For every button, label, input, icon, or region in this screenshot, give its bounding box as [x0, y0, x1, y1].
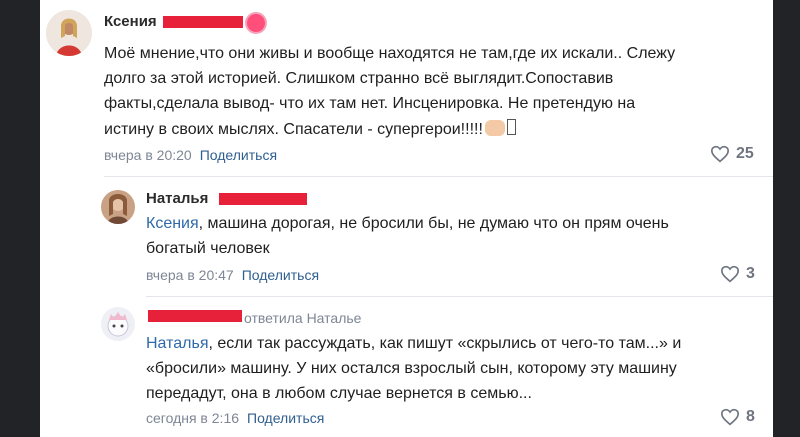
avatar[interactable] — [46, 10, 92, 56]
comment-text-line: Наталья, если так рассуждать, как пишут … — [146, 331, 681, 356]
comment-time[interactable]: вчера в 20:47 — [146, 267, 234, 283]
like-count: 8 — [746, 408, 755, 425]
comment-author[interactable]: Наталья — [146, 190, 208, 207]
heart-icon — [720, 265, 740, 283]
reply-to-label[interactable]: ответила Наталье — [244, 310, 361, 326]
comment-author[interactable]: Ксения — [104, 13, 157, 30]
comment-meta: вчера в 20:47 Поделиться — [146, 267, 319, 283]
avatar[interactable] — [101, 307, 135, 341]
comment-time[interactable]: сегодня в 2:16 — [146, 410, 239, 426]
like-count: 3 — [746, 265, 755, 282]
like-button[interactable]: 8 — [720, 408, 755, 426]
emoji-icon — [506, 119, 516, 135]
comment-text: истину в своих мыслях. Спасатели - супер… — [104, 121, 483, 138]
comment-text: , машина дорогая, не бросили бы, не дума… — [198, 215, 669, 232]
comment-meta: вчера в 20:20 Поделиться — [104, 147, 277, 163]
heart-crown-emoji — [245, 12, 267, 34]
comment-text-line: богатый человек — [146, 240, 270, 257]
redaction-scribble — [163, 16, 243, 28]
comment-text-line: Моё мнение,что они живы и вообще находят… — [104, 45, 676, 62]
comment-text-line: истину в своих мыслях. Спасатели - супер… — [104, 117, 516, 142]
redaction-scribble — [219, 193, 307, 205]
heart-icon — [710, 145, 730, 163]
heart-icon — [720, 408, 740, 426]
comment-text-line: долго за этой историей. Слишком странно … — [104, 70, 614, 87]
mention-link[interactable]: Ксения — [146, 215, 199, 232]
like-count: 25 — [736, 145, 754, 162]
mention-link[interactable]: Наталья — [146, 335, 208, 352]
like-button[interactable]: 3 — [720, 265, 755, 283]
avatar[interactable] — [101, 190, 135, 224]
divider — [104, 176, 773, 177]
share-button[interactable]: Поделиться — [200, 147, 277, 163]
comment-time[interactable]: вчера в 20:20 — [104, 147, 192, 163]
divider — [146, 296, 773, 297]
share-button[interactable]: Поделиться — [242, 267, 319, 283]
comment-text: , если так рассуждать, как пишут «скрыли… — [208, 335, 682, 352]
comments-panel: Ксения Моё мнение,что они живы и вообще … — [40, 0, 773, 437]
share-button[interactable]: Поделиться — [247, 410, 324, 426]
comment-text-line: передадут, она в любом случае вернется в… — [146, 385, 532, 402]
comment-text-line: факты,сделала вывод- что их там нет. Инс… — [104, 95, 636, 112]
redaction-scribble — [148, 310, 242, 322]
clap-hands-emoji — [484, 120, 505, 136]
comment-text-line: Ксения, машина дорогая, не бросили бы, н… — [146, 211, 669, 236]
like-button[interactable]: 25 — [710, 145, 754, 163]
comment-meta: сегодня в 2:16 Поделиться — [146, 410, 324, 426]
comment-text-line: «бросили» машину. У них остался взрослый… — [146, 360, 677, 377]
